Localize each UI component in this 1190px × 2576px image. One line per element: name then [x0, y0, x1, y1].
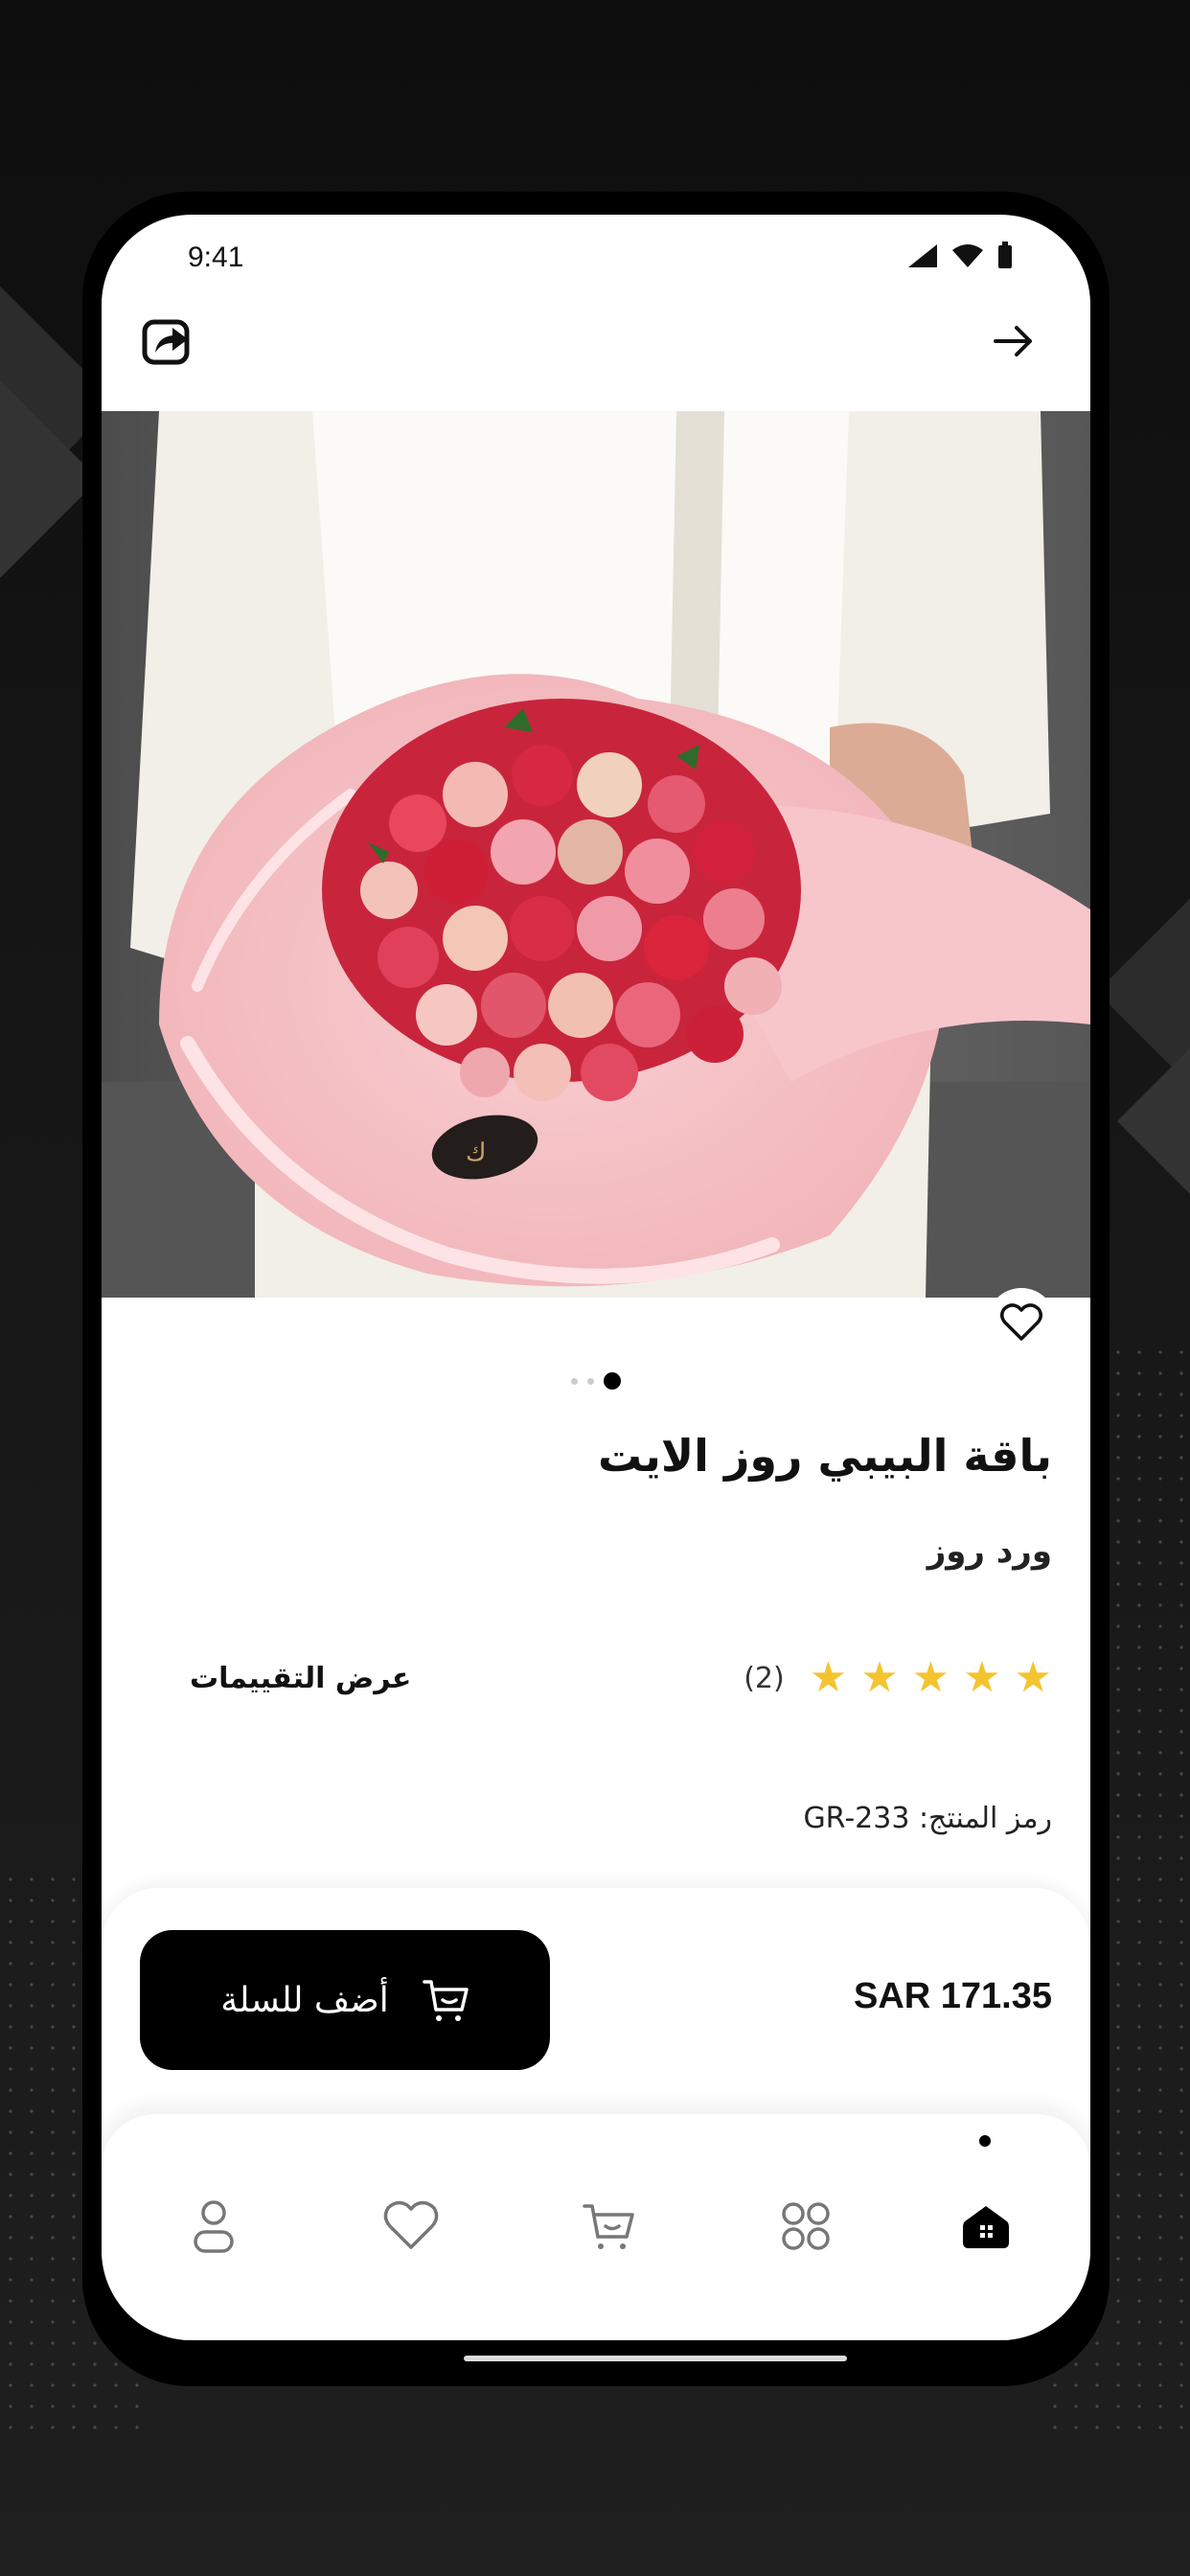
status-icons [906, 242, 1014, 270]
product-sku: رمز المنتج: GR-233 [803, 1802, 1052, 1835]
home-icon [963, 2206, 1009, 2248]
profile-icon [194, 2200, 234, 2253]
heart-icon [1000, 1303, 1042, 1341]
product-title: باقة البيبي روز الايت [597, 1430, 1052, 1482]
phone-frame: 9:41 ﻙ باقة البيبي روز الايت ورد روز ★ ★… [82, 192, 1110, 2386]
pager-dot[interactable] [587, 1377, 594, 1385]
rating-stars: ★ ★ ★ ★ ★ (2) [744, 1657, 1052, 1699]
app-screen: 9:41 ﻙ باقة البيبي روز الايت ورد روز ★ ★… [102, 215, 1090, 2340]
product-image[interactable]: ﻙ [102, 411, 1090, 1298]
nav-favorites[interactable] [378, 2193, 445, 2260]
back-button[interactable] [983, 310, 1044, 372]
gallery-pager [102, 1372, 1090, 1390]
wifi-icon [952, 244, 983, 267]
nav-cart[interactable] [575, 2193, 642, 2260]
rose-bouquet-photo: ﻙ [102, 411, 1090, 1298]
cart-icon [583, 2204, 634, 2249]
sku-label: رمز المنتج: [918, 1802, 1052, 1835]
view-reviews-link[interactable]: عرض التقييمات [190, 1662, 411, 1695]
nav-categories[interactable] [772, 2193, 839, 2260]
status-time: 9:41 [188, 242, 244, 273]
star-icon: ★ [911, 1653, 950, 1702]
favorite-button[interactable] [987, 1288, 1056, 1357]
add-to-cart-button[interactable]: أضف للسلة [140, 1930, 550, 2070]
signal-icon [908, 244, 937, 267]
home-indicator [464, 2356, 847, 2361]
pager-dot[interactable] [571, 1377, 578, 1385]
nav-profile[interactable] [180, 2193, 247, 2260]
star-icon: ★ [809, 1653, 848, 1702]
active-tab-indicator [979, 2135, 991, 2147]
bottom-nav [102, 2114, 1090, 2340]
product-category: ورد روز [927, 1532, 1052, 1571]
arrow-right-icon [994, 326, 1032, 356]
battery-icon [998, 242, 1012, 268]
svg-text:ﻙ: ﻙ [466, 1138, 486, 1167]
star-icon: ★ [963, 1653, 1001, 1702]
review-count: (2) [744, 1661, 785, 1695]
sku-value: GR-233 [803, 1802, 910, 1835]
categories-icon [782, 2202, 830, 2250]
add-to-cart-label: أضف للسلة [220, 1980, 389, 2020]
cart-icon [423, 1980, 469, 2021]
product-price: SAR 171.35 [853, 1976, 1052, 2016]
share-button[interactable] [136, 310, 197, 372]
pager-dot-active[interactable] [604, 1372, 621, 1390]
star-icon: ★ [860, 1653, 899, 1702]
nav-home[interactable] [952, 2193, 1019, 2260]
share-icon [142, 319, 190, 365]
favorites-icon [383, 2200, 439, 2249]
star-icon: ★ [1014, 1653, 1052, 1702]
